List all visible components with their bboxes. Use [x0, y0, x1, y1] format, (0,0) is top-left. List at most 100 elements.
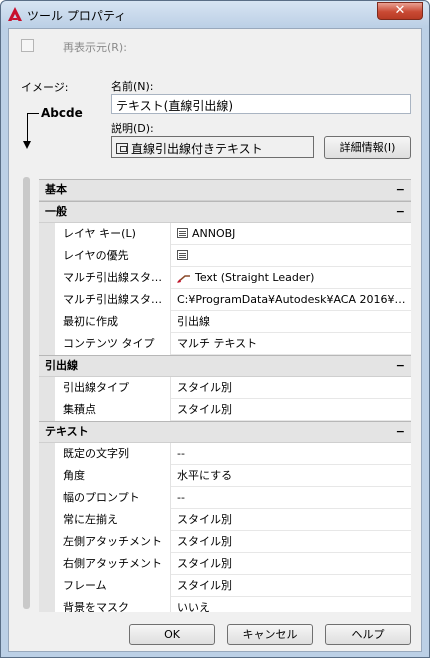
- property-row[interactable]: マルチ引出線スタ… C:¥ProgramData¥Autodesk¥ACA 201…: [39, 289, 411, 311]
- property-value[interactable]: [173, 245, 409, 267]
- category-header[interactable]: テキスト −: [39, 421, 411, 443]
- details-button[interactable]: 詳細情報(I): [324, 136, 411, 159]
- property-value-text: マルチ テキスト: [177, 337, 258, 350]
- property-name: 右側アタッチメント: [39, 553, 171, 575]
- property-value-text: --: [177, 491, 185, 504]
- property-value-text: いいえ: [177, 601, 210, 612]
- property-grid: 基本 − 一般 − レイヤ キー(L) ANNOBJ レイヤの優先 マルチ引出線スタ… Text…: [39, 179, 411, 612]
- property-value[interactable]: スタイル別: [173, 553, 409, 575]
- property-row[interactable]: 引出線タイプ スタイル別: [39, 377, 411, 399]
- property-value[interactable]: 水平にする: [173, 465, 409, 487]
- category-header[interactable]: 引出線 −: [39, 355, 411, 377]
- property-row[interactable]: コンテンツ タイプ マルチ テキスト: [39, 333, 411, 355]
- property-row[interactable]: 背景をマスク いいえ: [39, 597, 411, 612]
- ok-button[interactable]: OK: [129, 624, 215, 645]
- property-row[interactable]: 最初に作成 引出線: [39, 311, 411, 333]
- property-value-text: --: [177, 447, 185, 460]
- property-name: 常に左揃え: [39, 509, 171, 531]
- property-value[interactable]: 引出線: [173, 311, 409, 333]
- description-field[interactable]: 直線引出線付きテキスト: [111, 136, 314, 158]
- description-value: 直線引出線付きテキスト: [131, 142, 263, 156]
- property-name: 角度: [39, 465, 171, 487]
- property-value-text: スタイル別: [177, 557, 232, 570]
- property-value-text: スタイル別: [177, 403, 232, 416]
- property-value[interactable]: スタイル別: [173, 531, 409, 553]
- collapse-icon[interactable]: −: [396, 180, 405, 200]
- property-value[interactable]: スタイル別: [173, 575, 409, 597]
- property-value[interactable]: Text (Straight Leader): [173, 267, 409, 289]
- property-row[interactable]: レイヤの優先: [39, 245, 411, 267]
- description-text-icon: [116, 143, 128, 154]
- property-panel: 基本 − 一般 − レイヤ キー(L) ANNOBJ レイヤの優先 マルチ引出線スタ… Text…: [21, 175, 412, 612]
- property-name: コンテンツ タイプ: [39, 333, 171, 355]
- property-value-text: 水平にする: [177, 469, 233, 482]
- property-row[interactable]: 幅のプロンプト --: [39, 487, 411, 509]
- property-value[interactable]: --: [173, 443, 409, 465]
- property-value-text: スタイル別: [177, 513, 232, 526]
- property-name: 背景をマスク: [39, 597, 171, 612]
- property-row[interactable]: 常に左揃え スタイル別: [39, 509, 411, 531]
- help-button[interactable]: ヘルプ: [325, 624, 411, 645]
- preview-text: Abcde: [41, 106, 83, 120]
- cancel-button[interactable]: キャンセル: [227, 624, 313, 645]
- property-name: 最初に作成: [39, 311, 171, 333]
- collapse-icon[interactable]: −: [396, 356, 405, 376]
- image-label: イメージ:: [21, 81, 69, 94]
- property-value[interactable]: ANNOBJ: [173, 223, 409, 245]
- category-header[interactable]: 一般 −: [39, 201, 411, 223]
- collapse-icon[interactable]: −: [396, 202, 405, 222]
- category-title: 一般: [45, 205, 67, 218]
- property-name: 幅のプロンプト: [39, 487, 171, 509]
- property-name: 集積点: [39, 399, 171, 421]
- redisplay-checkbox-label: 再表示元(R):: [63, 41, 127, 54]
- property-value-text: C:¥ProgramData¥Autodesk¥ACA 2016¥…: [177, 293, 406, 306]
- name-input[interactable]: テキスト(直線引出線): [111, 94, 411, 114]
- property-value-text: スタイル別: [177, 579, 232, 592]
- window-title: ツール プロパティ: [27, 9, 127, 23]
- property-row[interactable]: 左側アタッチメント スタイル別: [39, 531, 411, 553]
- property-name: フレーム: [39, 575, 171, 597]
- property-name: レイヤの優先: [39, 245, 171, 267]
- redisplay-checkbox[interactable]: [21, 39, 34, 52]
- leader-line-horizontal: [27, 113, 39, 114]
- property-row[interactable]: フレーム スタイル別: [39, 575, 411, 597]
- category-title: 基本: [45, 183, 67, 196]
- title-bar[interactable]: ツール プロパティ ✕: [1, 1, 429, 27]
- tool-properties-window: ツール プロパティ ✕ 再表示元(R): イメージ: Abcde 名前(N): …: [0, 0, 430, 658]
- collapse-icon[interactable]: −: [396, 422, 405, 442]
- dialog-client-area: 再表示元(R): イメージ: Abcde 名前(N): テキスト(直線引出線) …: [8, 28, 422, 652]
- property-name: レイヤ キー(L): [39, 223, 171, 245]
- property-name: マルチ引出線スタ…: [39, 289, 171, 311]
- property-value-text: スタイル別: [177, 381, 232, 394]
- property-value[interactable]: スタイル別: [173, 377, 409, 399]
- property-value[interactable]: マルチ テキスト: [173, 333, 409, 355]
- property-row[interactable]: マルチ引出線スタ… Text (Straight Leader): [39, 267, 411, 289]
- property-name: 引出線タイプ: [39, 377, 171, 399]
- property-value[interactable]: スタイル別: [173, 399, 409, 421]
- property-row[interactable]: 既定の文字列 --: [39, 443, 411, 465]
- property-value-text: ANNOBJ: [192, 227, 236, 240]
- property-value[interactable]: C:¥ProgramData¥Autodesk¥ACA 2016¥…: [173, 289, 409, 311]
- close-button[interactable]: ✕: [377, 2, 423, 20]
- category-title: テキスト: [45, 425, 89, 438]
- property-value-text: 引出線: [177, 315, 210, 328]
- leader-arrowhead-icon: [23, 141, 31, 149]
- category-header[interactable]: 基本 −: [39, 179, 411, 201]
- layer-icon: [177, 250, 188, 260]
- category-title: 引出線: [45, 359, 78, 372]
- name-label: 名前(N):: [111, 80, 154, 93]
- property-value-text: スタイル別: [177, 535, 232, 548]
- property-row[interactable]: 角度 水平にする: [39, 465, 411, 487]
- property-row[interactable]: 集積点 スタイル別: [39, 399, 411, 421]
- property-name: マルチ引出線スタ…: [39, 267, 171, 289]
- leader-style-icon: [177, 275, 190, 283]
- property-value[interactable]: --: [173, 487, 409, 509]
- property-row[interactable]: 右側アタッチメント スタイル別: [39, 553, 411, 575]
- description-label: 説明(D):: [111, 122, 154, 135]
- property-row[interactable]: レイヤ キー(L) ANNOBJ: [39, 223, 411, 245]
- layer-icon: [177, 228, 188, 238]
- property-value-text: Text (Straight Leader): [195, 271, 315, 284]
- property-value[interactable]: いいえ: [173, 597, 409, 612]
- panel-scrollbar[interactable]: [23, 177, 30, 609]
- property-value[interactable]: スタイル別: [173, 509, 409, 531]
